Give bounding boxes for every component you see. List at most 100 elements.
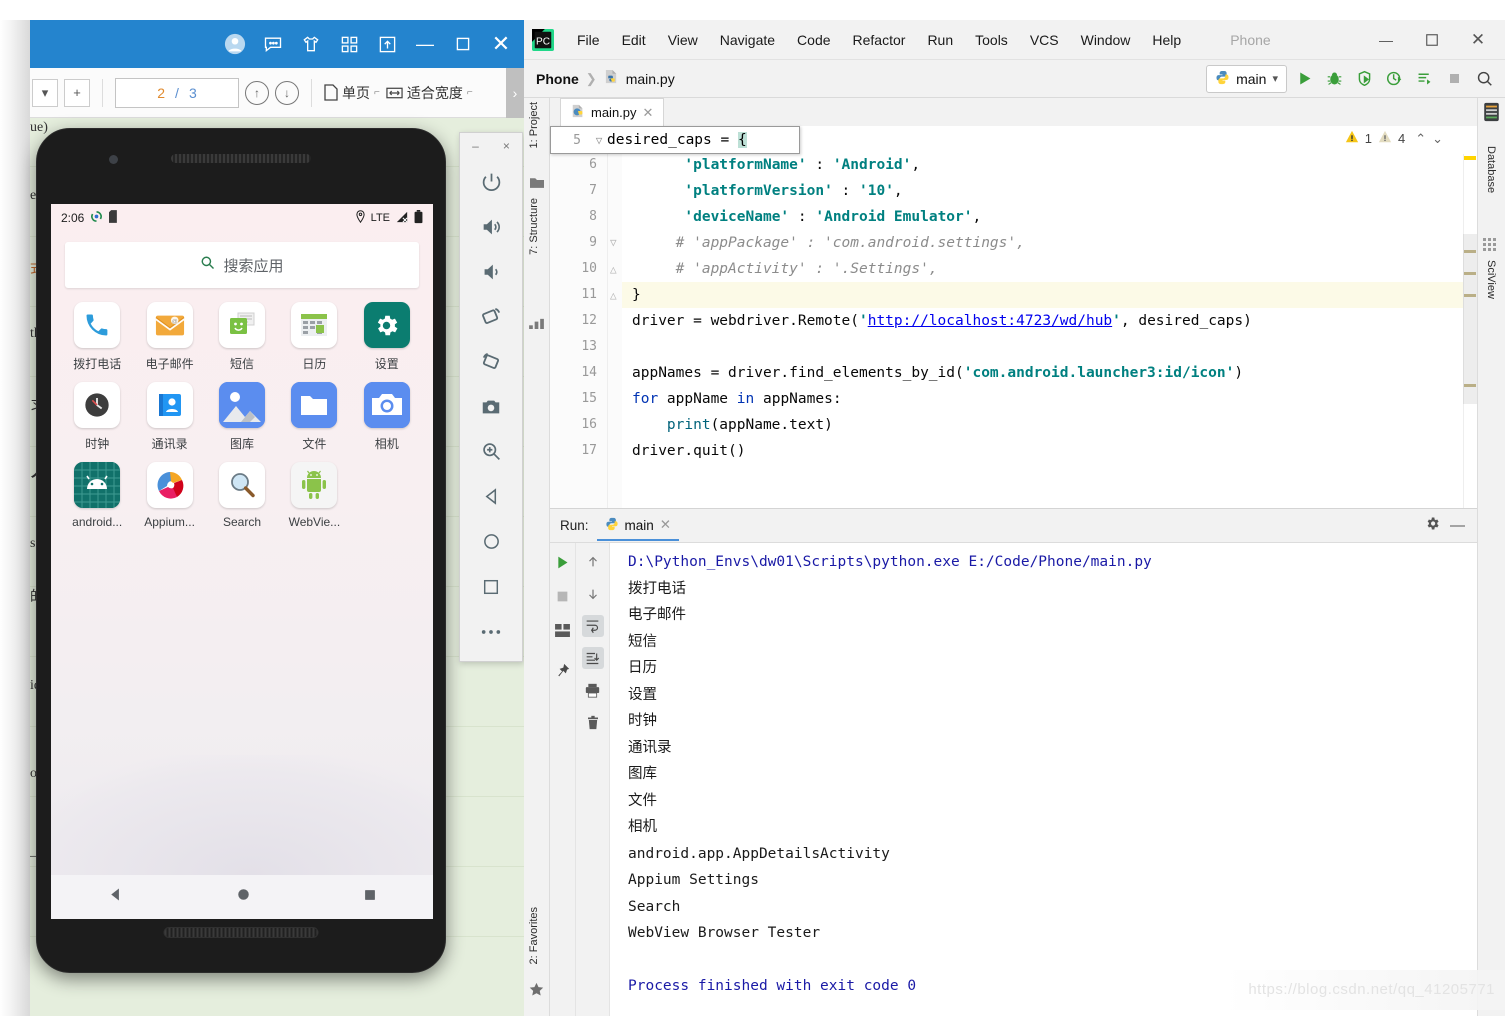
fold-marker-icon[interactable]: ▽ <box>591 134 607 147</box>
app-item[interactable]: 设置 <box>351 302 423 372</box>
app-item[interactable]: @ 电子邮件 <box>133 302 205 372</box>
shirt-icon[interactable] <box>298 31 324 57</box>
coverage-icon[interactable] <box>1351 66 1377 92</box>
sidebar-item-project[interactable]: 1: Project <box>528 102 540 148</box>
emulator-minimize-button[interactable]: – <box>472 139 479 153</box>
fold-marker-icon[interactable]: △ <box>610 289 617 302</box>
volume-up-icon[interactable] <box>469 204 513 249</box>
screenshot-camera-icon[interactable] <box>469 384 513 429</box>
app-search-bar[interactable]: 搜索应用 <box>65 242 419 288</box>
settings-gear-icon[interactable] <box>363 302 410 348</box>
app-item[interactable]: Appium... <box>133 462 205 529</box>
next-page-button[interactable]: ↓ <box>275 80 299 105</box>
back-triangle-icon[interactable] <box>469 474 513 519</box>
home-circle-icon[interactable] <box>469 519 513 564</box>
clear-all-icon[interactable] <box>582 711 604 733</box>
contacts-icon[interactable] <box>146 382 193 428</box>
phone-screen[interactable]: 2:06 LTE 搜索应用 拨打电话 @ 电子邮件 短信 日历 设置 时钟 通讯… <box>51 204 433 919</box>
stop-icon[interactable] <box>1441 66 1467 92</box>
menu-vcs[interactable]: VCS <box>1019 28 1070 52</box>
scroll-to-end-icon[interactable] <box>581 647 604 669</box>
rerun-icon[interactable] <box>552 551 574 573</box>
avatar-icon[interactable] <box>222 31 248 57</box>
share-icon[interactable] <box>374 31 400 57</box>
scrollbar-thumb[interactable] <box>1463 234 1477 404</box>
app-item[interactable]: 拨打电话 <box>61 302 133 372</box>
close-icon[interactable]: ✕ <box>488 31 514 57</box>
maximize-icon[interactable] <box>450 31 476 57</box>
search-everywhere-icon[interactable] <box>1471 66 1497 92</box>
clock-icon[interactable] <box>74 382 121 428</box>
app-item[interactable]: android... <box>61 462 133 529</box>
breadcrumb-file[interactable]: main.py <box>626 71 675 87</box>
layout-icon[interactable] <box>552 619 574 641</box>
app-item[interactable]: 短信 <box>206 302 278 372</box>
inspection-status[interactable]: 1 4 ⌃ ⌄ <box>1345 130 1443 147</box>
editor-gutter[interactable]: 5 6 7 8 9 10 11 12 13 14 15 16 17 <box>550 126 608 508</box>
comment-icon[interactable] <box>260 31 286 57</box>
camera-icon[interactable] <box>363 382 410 428</box>
run-configuration-selector[interactable]: main ▾ <box>1206 64 1287 93</box>
rotate-left-icon[interactable] <box>469 294 513 339</box>
editor-tab-mainpy[interactable]: main.py ✕ <box>560 98 665 126</box>
minimize-icon[interactable]: — <box>412 31 438 57</box>
webview-android-icon[interactable] <box>291 462 338 508</box>
marker-warning[interactable] <box>1464 156 1476 160</box>
run-icon[interactable] <box>1291 66 1317 92</box>
sidebar-item-structure[interactable]: 7: Structure <box>528 198 540 255</box>
next-problem-button[interactable]: ⌄ <box>1432 131 1443 147</box>
fit-width-button[interactable]: 适合宽度 ⌐ <box>386 83 473 103</box>
single-page-mode-button[interactable]: 单页 ⌐ <box>324 83 380 103</box>
menu-code[interactable]: Code <box>786 28 841 52</box>
app-item[interactable]: WebVie... <box>278 462 350 529</box>
search-magnifier-icon[interactable] <box>218 462 265 508</box>
appium-icon[interactable] <box>146 462 193 508</box>
app-item[interactable]: 日历 <box>278 302 350 372</box>
code-content[interactable]: 'platformName' : 'Android', 'platformVer… <box>550 126 1477 508</box>
page-number-input[interactable]: 2 / 3 <box>115 77 239 108</box>
app-item[interactable]: 文件 <box>278 382 350 452</box>
menu-navigate[interactable]: Navigate <box>709 28 786 52</box>
ide-minimize-button[interactable]: — <box>1365 24 1407 56</box>
app-item[interactable]: 通讯录 <box>133 382 205 452</box>
pin-icon[interactable] <box>552 659 574 681</box>
code-folding-column[interactable]: ▽ △ △ <box>608 126 622 508</box>
menu-help[interactable]: Help <box>1141 28 1192 52</box>
android-app-details-icon[interactable] <box>74 462 121 508</box>
sticky-scroll-line5-popup[interactable]: 5 ▽ desired_caps = { <box>550 126 800 154</box>
home-icon[interactable] <box>236 887 251 907</box>
console-output[interactable]: D:\Python_Envs\dw01\Scripts\python.exe E… <box>610 543 1477 1016</box>
sidebar-item-database[interactable]: Database <box>1485 146 1497 193</box>
files-folder-icon[interactable] <box>291 382 338 428</box>
close-icon[interactable]: ✕ <box>660 517 671 533</box>
settings-gear-icon[interactable] <box>1425 516 1440 536</box>
power-icon[interactable] <box>469 159 513 204</box>
fold-marker-icon[interactable]: △ <box>610 263 617 276</box>
grid-icon[interactable] <box>336 31 362 57</box>
run-with-console-icon[interactable] <box>1411 66 1437 92</box>
prev-page-button[interactable]: ↑ <box>245 80 269 105</box>
down-arrow-icon[interactable] <box>582 583 604 605</box>
zoom-icon[interactable] <box>469 429 513 474</box>
debug-icon[interactable] <box>1321 66 1347 92</box>
phone-navigation-bar[interactable] <box>51 875 433 919</box>
rotate-right-icon[interactable] <box>469 339 513 384</box>
recents-icon[interactable] <box>363 888 377 907</box>
emulator-close-button[interactable]: × <box>503 139 510 153</box>
email-icon[interactable]: @ <box>146 302 193 348</box>
menu-window[interactable]: Window <box>1070 28 1142 52</box>
zoom-in-button[interactable]: + <box>64 78 90 107</box>
profile-icon[interactable] <box>1381 66 1407 92</box>
back-icon[interactable] <box>107 886 124 908</box>
ide-maximize-button[interactable] <box>1411 24 1453 56</box>
editor-marker-bar[interactable] <box>1463 154 1477 508</box>
toolbar-overflow-button[interactable]: › <box>506 68 524 118</box>
close-icon[interactable]: ✕ <box>643 105 654 121</box>
phone-dialer-icon[interactable] <box>74 302 121 348</box>
fold-marker-icon[interactable]: ▽ <box>610 236 617 249</box>
up-arrow-icon[interactable] <box>582 551 604 573</box>
menu-run[interactable]: Run <box>916 28 964 52</box>
zoom-dropdown-button[interactable]: ▾ <box>32 78 58 107</box>
menu-edit[interactable]: Edit <box>611 28 657 52</box>
chevron-down-icon[interactable]: ▾ <box>1272 72 1278 85</box>
